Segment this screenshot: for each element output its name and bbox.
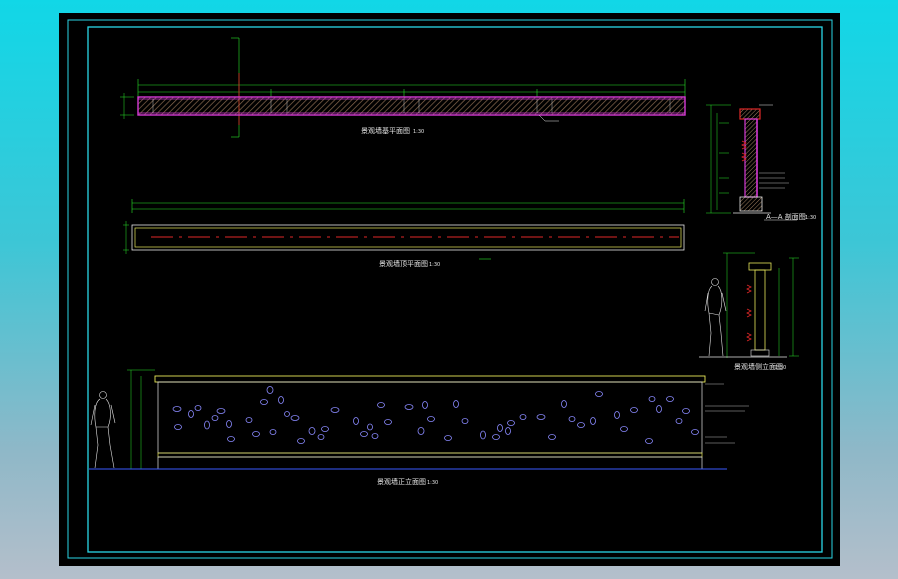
- section-cap: [739, 108, 761, 120]
- side-elevation-view: [699, 252, 799, 358]
- plan-section-scale: 1:30: [413, 129, 424, 135]
- cad-drawing: 景观墙基平面图 1:30 景观墙顶平面图 1:30 A—A 剖面图 1:30 景…: [67, 19, 833, 559]
- top-plan-view: [123, 199, 685, 260]
- drawing-sheet: 景观墙基平面图 1:30 景观墙顶平面图 1:30 A—A 剖面图 1:30 景…: [59, 13, 840, 566]
- front-elevation-scale: 1:30: [427, 480, 438, 486]
- section-wall: [744, 118, 758, 198]
- front-elevation-title: 景观墙正立面图: [377, 477, 426, 486]
- human-figure-side: [704, 278, 727, 357]
- section-detail-view: [706, 104, 797, 221]
- plan-wall-body: [137, 96, 686, 116]
- side-elevation-scale: 1:30: [775, 365, 786, 371]
- side-wall: [754, 269, 766, 351]
- plan-section-view: [120, 37, 686, 138]
- front-elevation-view: [89, 369, 749, 470]
- section-detail-title: A—A 剖面图: [766, 212, 806, 221]
- section-detail-scale: 1:30: [805, 215, 816, 221]
- top-plan-title: 景观墙顶平面图: [379, 259, 428, 268]
- embedded-stones: [172, 386, 699, 444]
- top-plan-scale: 1:30: [429, 262, 440, 268]
- top-plan-outline: [131, 224, 685, 251]
- plan-section-title: 景观墙基平面图: [361, 126, 410, 135]
- side-cap: [748, 262, 772, 271]
- front-plinth: [157, 452, 703, 458]
- front-coping: [154, 375, 706, 383]
- front-wall-face: [157, 381, 703, 454]
- section-footing: [739, 196, 763, 212]
- human-figure-front: [90, 391, 116, 469]
